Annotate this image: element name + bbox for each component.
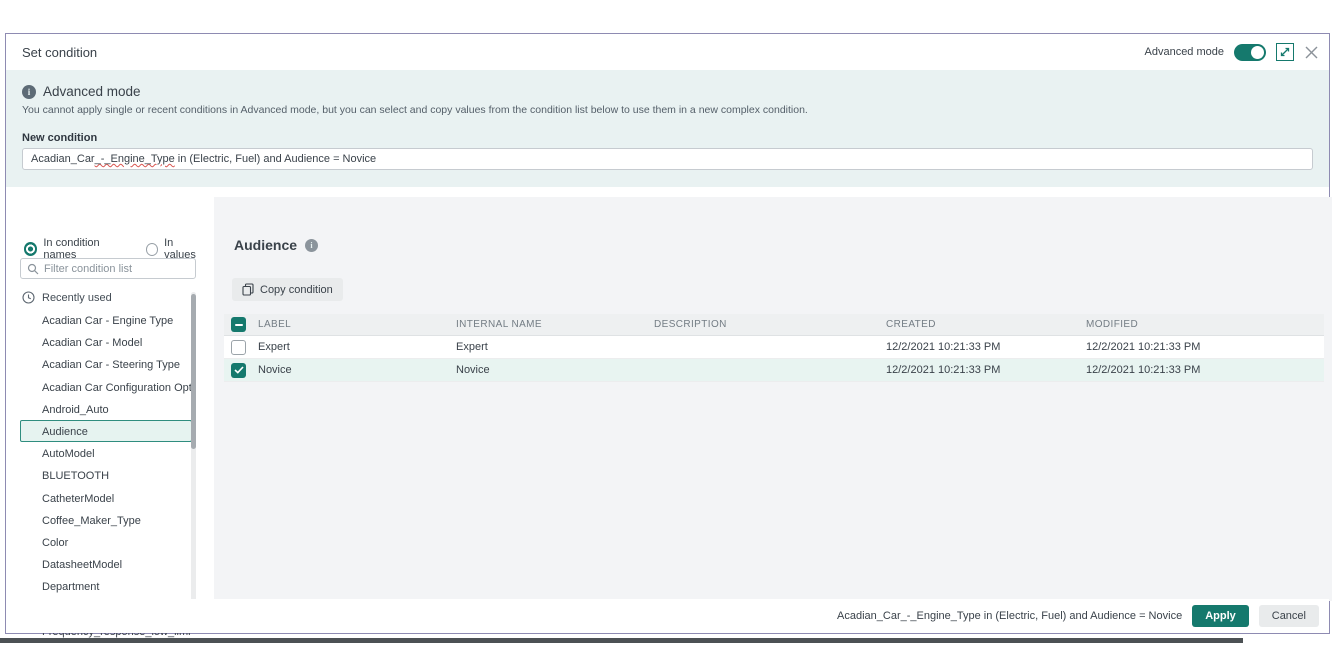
row-checkbox[interactable] (231, 363, 246, 378)
cell-label: Novice (258, 364, 456, 376)
banner-title: Advanced mode (43, 84, 141, 99)
column-header-description: DESCRIPTION (654, 319, 886, 330)
list-item[interactable]: DatasheetModel (20, 553, 192, 575)
search-icon (27, 263, 39, 275)
select-all-checkbox[interactable] (231, 317, 246, 332)
list-item[interactable]: Color (20, 531, 192, 553)
column-header-modified: MODIFIED (1086, 319, 1324, 330)
info-icon: i (22, 85, 36, 99)
column-header-label: LABEL (258, 319, 456, 330)
advanced-mode-toggle[interactable] (1234, 44, 1266, 61)
table-row[interactable]: Novice Novice 12/2/2021 10:21:33 PM 12/2… (224, 359, 1324, 382)
condition-title: Audience (234, 237, 297, 253)
list-item[interactable]: Android_Auto (20, 398, 192, 420)
footer-condition-text: Acadian_Car_-_Engine_Type in (Electric, … (837, 610, 1182, 622)
condition-detail-panel: Audience i Copy condition LABEL INTE (214, 197, 1332, 601)
list-item[interactable]: Acadian Car Configuration Optio… (20, 376, 192, 398)
list-item[interactable]: Coffee_Maker_Type (20, 509, 192, 531)
check-icon (234, 366, 244, 374)
condition-info-icon[interactable]: i (305, 239, 318, 252)
cell-internal-name: Novice (456, 364, 654, 376)
set-condition-dialog: Set condition Advanced mode (5, 33, 1330, 634)
dialog-titlebar: Set condition Advanced mode (6, 34, 1329, 70)
condition-list: Acadian Car - Engine Type Acadian Car - … (6, 309, 206, 642)
table-header-row: LABEL INTERNAL NAME DESCRIPTION CREATED … (224, 314, 1324, 336)
radio-selected-icon (24, 242, 37, 256)
recently-used-label: Recently used (42, 292, 112, 304)
condition-text-misspelled: _-_Engine_Type (95, 153, 175, 165)
list-item[interactable]: Acadian Car - Model (20, 331, 192, 353)
column-header-created: CREATED (886, 319, 1086, 330)
cell-label: Expert (258, 341, 456, 353)
sidebar-scrollbar-track (191, 292, 196, 632)
dialog-title: Set condition (22, 45, 97, 60)
banner-description: You cannot apply single or recent condit… (22, 104, 1313, 116)
advanced-mode-banner: i Advanced mode You cannot apply single … (6, 70, 1329, 187)
recently-used-header: Recently used (22, 291, 112, 304)
condition-sidebar: In condition names In values (6, 197, 206, 633)
sidebar-scrollbar-thumb[interactable] (191, 294, 196, 449)
page-shadow-bar (0, 638, 1243, 643)
list-item-selected[interactable]: Audience (20, 420, 192, 442)
copy-icon (242, 283, 254, 296)
list-item[interactable]: Acadian Car - Steering Type (20, 353, 192, 375)
list-item[interactable]: AutoModel (20, 442, 192, 464)
cancel-button[interactable]: Cancel (1259, 605, 1319, 627)
toggle-knob (1251, 46, 1264, 59)
cell-created: 12/2/2021 10:21:33 PM (886, 364, 1086, 376)
cell-created: 12/2/2021 10:21:33 PM (886, 341, 1086, 353)
filter-condition-input[interactable] (44, 263, 189, 275)
filter-condition-field (20, 258, 196, 279)
close-icon[interactable] (1304, 45, 1319, 60)
condition-text-post: in (Electric, Fuel) and Audience = Novic… (175, 153, 376, 165)
new-condition-input[interactable]: Acadian_Car_-_Engine_Type in (Electric, … (22, 148, 1313, 170)
apply-button[interactable]: Apply (1192, 605, 1249, 627)
column-header-internal-name: INTERNAL NAME (456, 319, 654, 330)
dialog-footer: Acadian_Car_-_Engine_Type in (Electric, … (6, 599, 1329, 633)
cell-modified: 12/2/2021 10:21:33 PM (1086, 341, 1324, 353)
indeterminate-dash-icon (235, 324, 243, 326)
list-item[interactable]: BLUETOOTH (20, 464, 192, 486)
expand-dialog-icon[interactable] (1276, 43, 1294, 61)
advanced-mode-label: Advanced mode (1145, 46, 1225, 58)
values-table: LABEL INTERNAL NAME DESCRIPTION CREATED … (224, 314, 1324, 382)
copy-condition-button[interactable]: Copy condition (232, 278, 343, 301)
list-item[interactable]: Acadian Car - Engine Type (20, 309, 192, 331)
new-condition-label: New condition (22, 132, 1313, 144)
clock-icon (22, 291, 35, 304)
radio-unselected-icon (146, 243, 158, 256)
copy-condition-label: Copy condition (260, 284, 333, 296)
list-item[interactable]: CatheterModel (20, 487, 192, 509)
list-item[interactable]: Department (20, 575, 192, 597)
cell-modified: 12/2/2021 10:21:33 PM (1086, 364, 1324, 376)
cell-internal-name: Expert (456, 341, 654, 353)
condition-text-pre: Acadian_Car (31, 153, 95, 165)
row-checkbox[interactable] (231, 340, 246, 355)
table-row[interactable]: Expert Expert 12/2/2021 10:21:33 PM 12/2… (224, 336, 1324, 359)
